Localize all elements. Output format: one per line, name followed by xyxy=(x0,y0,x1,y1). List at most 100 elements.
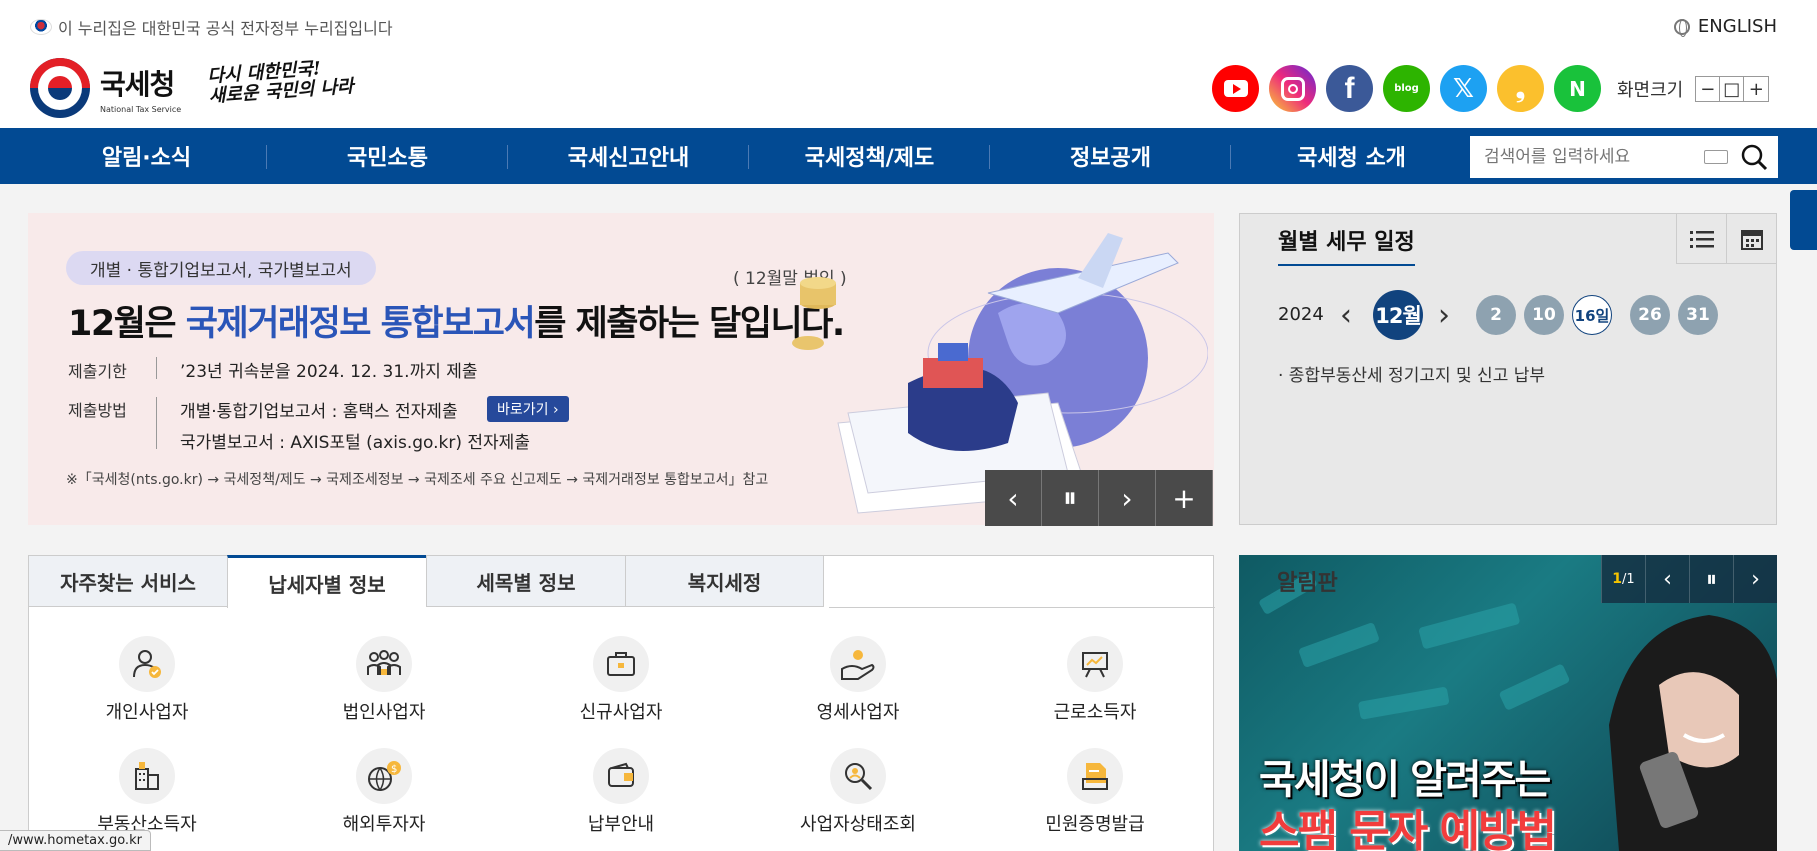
korea-flag-icon xyxy=(30,19,52,35)
prev-month-button[interactable]: ‹ xyxy=(1340,298,1352,333)
calendar-icon[interactable] xyxy=(1726,214,1776,264)
method-value-2: 국가별보고서 : AXIS포털 (axis.go.kr) 전자제출 xyxy=(180,433,530,453)
service-label: 개인사업자 xyxy=(105,702,189,723)
service-item[interactable]: 근로소득자 xyxy=(1015,636,1175,724)
earned-income-icon xyxy=(1067,636,1123,692)
nav-item-about[interactable]: 국세청 소개 xyxy=(1231,128,1472,184)
schedule-day[interactable]: 31 xyxy=(1678,295,1718,335)
service-label: 민원증명발급 xyxy=(1045,814,1145,835)
instagram-icon[interactable] xyxy=(1269,65,1316,112)
nav-item-tax-policy[interactable]: 국세정책/제도 xyxy=(749,128,990,184)
tab-tax-item-info[interactable]: 세목별 정보 xyxy=(426,555,625,607)
blog-icon[interactable]: blog xyxy=(1383,65,1430,112)
facebook-icon[interactable]: f xyxy=(1326,65,1373,112)
keyboard-icon[interactable] xyxy=(1704,150,1728,164)
notice-headline-2: 스팸 문자 예방법 xyxy=(1259,806,1557,851)
hooded-figure-illustration xyxy=(1609,615,1777,851)
side-panel-handle[interactable] xyxy=(1790,190,1817,250)
globe-icon xyxy=(1673,18,1690,37)
schedule-title: 월별 세무 일정 xyxy=(1278,224,1415,266)
nav-item-news[interactable]: 알림·소식 xyxy=(26,128,267,184)
payment-guide-icon xyxy=(593,748,649,804)
schedule-day-selected[interactable]: 16일 xyxy=(1572,295,1612,335)
banner-next-button[interactable]: › xyxy=(1099,470,1156,526)
naver-post-icon[interactable]: N xyxy=(1554,65,1601,112)
nts-logo[interactable]: 국세청 National Tax Service xyxy=(30,58,181,118)
service-item[interactable]: $ 해외투자자 xyxy=(304,748,464,836)
gov-notice[interactable]: 이 누리집은 대한민국 공식 전자정부 누리집입니다 xyxy=(30,15,393,39)
current-month: 12월 xyxy=(1373,290,1423,340)
language-switch[interactable]: ENGLISH xyxy=(1673,16,1777,37)
service-item[interactable]: 법인사업자 xyxy=(304,636,464,724)
deadline-value: ’23년 귀속분을 2024. 12. 31.까지 제출 xyxy=(180,362,478,382)
real-estate-icon xyxy=(119,748,175,804)
tab-welfare-tax[interactable]: 복지세정 xyxy=(625,555,824,607)
service-item[interactable]: 민원증명발급 xyxy=(1015,748,1175,836)
service-label: 영세사업자 xyxy=(816,702,900,723)
logo-name: 국세청 xyxy=(100,67,175,101)
service-item[interactable]: 부동산소득자 xyxy=(67,748,227,836)
font-reset-button[interactable]: □ xyxy=(1720,77,1745,101)
font-decrease-button[interactable]: − xyxy=(1696,77,1721,101)
logo-english-name: National Tax Service xyxy=(100,104,182,114)
banner-pause-button[interactable]: ⏸ xyxy=(1042,470,1099,526)
nav-item-tax-filing[interactable]: 국세신고안내 xyxy=(508,128,749,184)
service-label: 법인사업자 xyxy=(342,702,426,723)
service-item[interactable]: 납부안내 xyxy=(541,748,701,836)
banner-pill: 개별 · 통합기업보고서, 국가별보고서 xyxy=(66,251,376,285)
service-label: 사업자상태조회 xyxy=(800,814,916,835)
tab-frequent-services[interactable]: 자주찾는 서비스 xyxy=(28,555,227,607)
nav-item-disclosure[interactable]: 정보공개 xyxy=(990,128,1231,184)
banner-headline: 12월은 국제거래정보 통합보고서를 제출하는 달입니다. xyxy=(68,304,845,344)
youtube-icon[interactable] xyxy=(1212,65,1259,112)
certificate-icon xyxy=(1067,748,1123,804)
schedule-day[interactable]: 10 xyxy=(1524,295,1564,335)
overseas-investor-icon: $ xyxy=(356,748,412,804)
banner-more-button[interactable]: + xyxy=(1156,470,1213,526)
search-input[interactable] xyxy=(1484,147,1694,167)
schedule-day[interactable]: 2 xyxy=(1476,295,1516,335)
banner-prev-button[interactable]: ‹ xyxy=(985,470,1042,526)
notice-board[interactable]: 알림판 1/1 ‹ ⏸ › 국세청이 알려주는 스팸 문자 예방법 xyxy=(1239,555,1777,851)
schedule-day[interactable]: 26 xyxy=(1630,295,1670,335)
notice-prev-button[interactable]: ‹ xyxy=(1645,555,1689,603)
banner-controls: ‹ ⏸ › + xyxy=(985,470,1213,526)
search-icon[interactable] xyxy=(1740,143,1768,171)
x-icon[interactable]: 𝕏 xyxy=(1440,65,1487,112)
goto-hometax-button[interactable]: 바로가기 › xyxy=(487,396,569,422)
next-month-button[interactable]: › xyxy=(1438,298,1450,333)
method-label: 제출방법 xyxy=(68,401,127,420)
small-business-icon xyxy=(830,636,886,692)
service-label: 해외투자자 xyxy=(342,814,426,835)
corporate-business-icon xyxy=(356,636,412,692)
main-nav: 알림·소식 국민소통 국세신고안내 국세정책/제도 정보공개 국세청 소개 xyxy=(0,128,1817,184)
font-size-control: 화면크기 − □ + xyxy=(1617,76,1770,102)
service-item[interactable]: 신규사업자 xyxy=(541,636,701,724)
service-tabs-panel: 자주찾는 서비스 납세자별 정보 세목별 정보 복지세정 개인사업자 법인사업자… xyxy=(28,555,1215,851)
new-business-icon xyxy=(593,636,649,692)
tab-taxpayer-info[interactable]: 납세자별 정보 xyxy=(227,555,426,608)
schedule-year: 2024 xyxy=(1278,304,1324,325)
method-value-1: 개별·통합기업보고서 : 홈택스 전자제출 xyxy=(180,402,458,422)
kakao-story-icon[interactable]: ❟ xyxy=(1497,65,1544,112)
service-label: 신규사업자 xyxy=(579,702,663,723)
banner-footnote: ※「국세청(nts.go.kr) → 국세정책/제도 → 국제조세정보 → 국제… xyxy=(66,472,769,488)
schedule-event[interactable]: · 종합부동산세 정기고지 및 신고 납부 xyxy=(1278,361,1545,386)
svg-text:$: $ xyxy=(391,764,397,775)
top-header: 이 누리집은 대한민국 공식 전자정부 누리집입니다 ENGLISH 국세청 N… xyxy=(0,0,1817,128)
list-view-icon[interactable] xyxy=(1676,214,1726,264)
nav-item-communication[interactable]: 국민소통 xyxy=(267,128,508,184)
business-status-icon xyxy=(830,748,886,804)
font-increase-button[interactable]: + xyxy=(1744,77,1768,101)
service-item[interactable]: 영세사업자 xyxy=(778,636,938,724)
notice-next-button[interactable]: › xyxy=(1733,555,1777,603)
emblem-icon xyxy=(30,58,90,118)
service-item[interactable]: 개인사업자 xyxy=(67,636,227,724)
monthly-tax-schedule: 월별 세무 일정 2024 ‹ 12월 › 2 10 16일 26 31 · 종… xyxy=(1239,213,1777,525)
status-bar-url: /www.hometax.go.kr xyxy=(0,830,151,851)
individual-business-icon xyxy=(119,636,175,692)
service-item[interactable]: 사업자상태조회 xyxy=(778,748,938,836)
search-box xyxy=(1470,136,1778,178)
notice-pause-button[interactable]: ⏸ xyxy=(1689,555,1733,603)
font-size-label: 화면크기 xyxy=(1617,80,1684,101)
